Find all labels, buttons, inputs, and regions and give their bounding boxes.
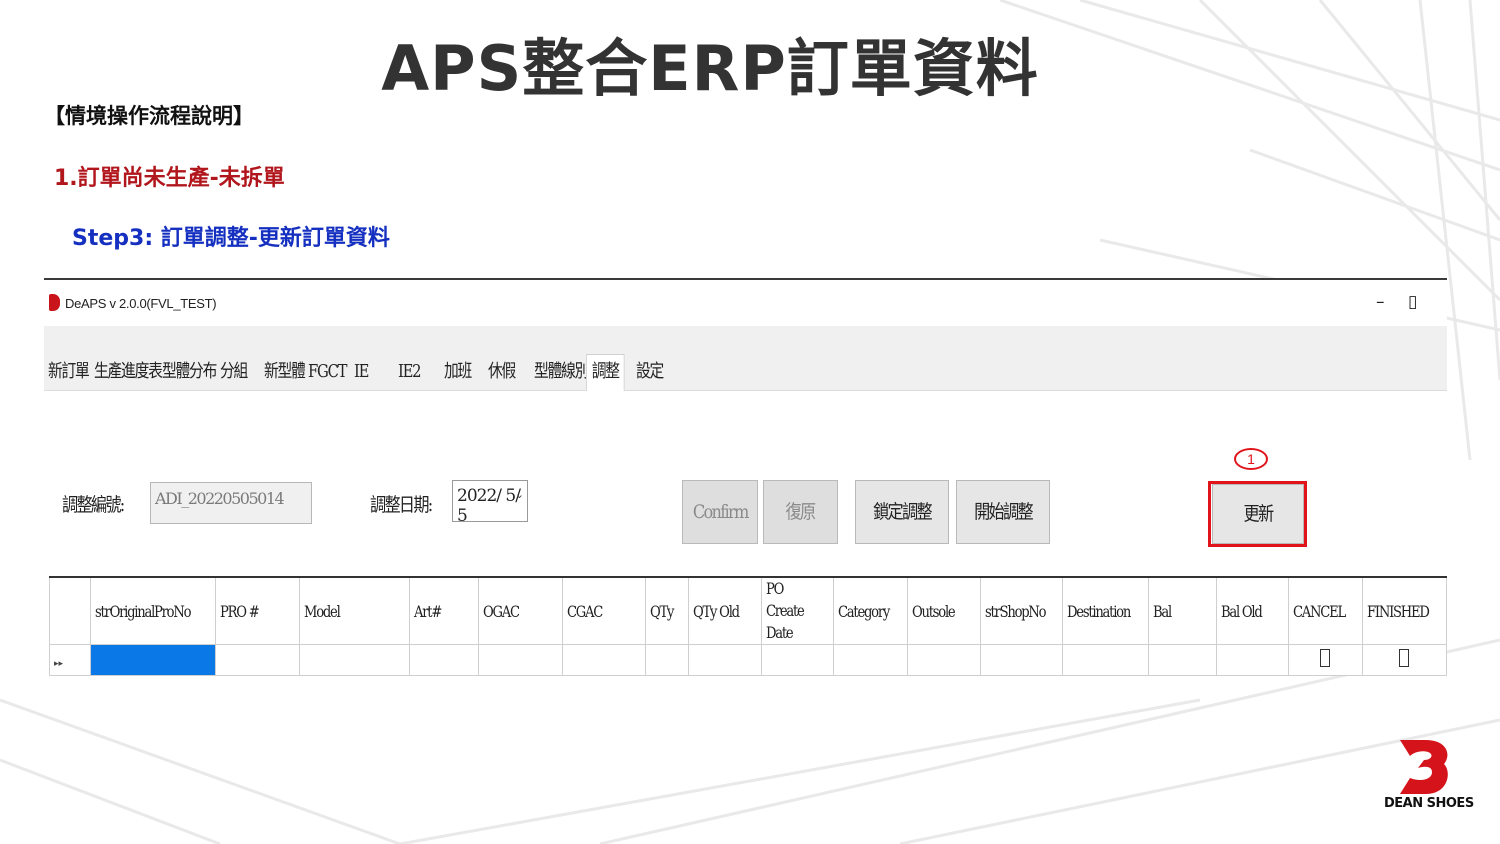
scenario-heading: 1.訂單尚未生產-未拆單 bbox=[54, 166, 285, 191]
dean-shoes-logo-icon bbox=[1400, 740, 1448, 794]
grid-header-outsole[interactable]: Outsole bbox=[907, 577, 981, 645]
step-heading: Step3: 訂單調整-更新訂單資料 bbox=[72, 226, 390, 251]
tab-new-order[interactable]: 新訂單 bbox=[48, 356, 90, 388]
tab-group[interactable]: 分組 bbox=[220, 356, 248, 388]
start-adjust-button[interactable]: 開始調整 bbox=[956, 480, 1050, 544]
grid-header-qty[interactable]: QTy bbox=[645, 577, 690, 645]
adjust-no-field[interactable]: ADI_20220505014 bbox=[150, 482, 312, 524]
table-row[interactable]: ▸▸ bbox=[49, 644, 1448, 676]
table-cell-outsole[interactable] bbox=[907, 644, 981, 676]
grid-header-pro[interactable]: PRO # bbox=[214, 577, 300, 645]
grid-header-po-create-date[interactable]: PO Create Date bbox=[761, 577, 835, 645]
window-title: DeAPS v 2.0.0(FVL_TEST) bbox=[65, 296, 217, 311]
table-cell-destination[interactable] bbox=[1062, 644, 1150, 676]
grid-header-bal-old[interactable]: Bal Old bbox=[1215, 577, 1290, 645]
tab-new-model[interactable]: 新型體 bbox=[264, 356, 306, 388]
tab-settings[interactable]: 設定 bbox=[636, 356, 664, 388]
table-cell-qty[interactable] bbox=[645, 644, 690, 676]
adjust-no-label: 調整編號: bbox=[62, 494, 125, 516]
step-callout-marker: 1 bbox=[1234, 448, 1268, 470]
table-cell-shop-no[interactable] bbox=[979, 644, 1064, 676]
table-cell-bal-old[interactable] bbox=[1215, 644, 1290, 676]
maximize-button[interactable]: ▯ bbox=[1408, 292, 1417, 312]
table-cell-bal[interactable] bbox=[1148, 644, 1217, 676]
update-highlight-box bbox=[1208, 481, 1307, 547]
tab-strip: 新訂單 生產進度表 型體分布 分組 新型體 FGCT IE IE2 加班 休假 … bbox=[44, 326, 1447, 391]
grid-header-cgac[interactable]: CGAC bbox=[561, 577, 647, 645]
tab-ie2[interactable]: IE2 bbox=[398, 356, 422, 388]
row-pointer-icon: ▸▸ bbox=[54, 658, 64, 669]
tab-ie[interactable]: IE bbox=[354, 356, 369, 388]
table-cell-qty-old[interactable] bbox=[688, 644, 763, 676]
restore-button[interactable]: 復原 bbox=[763, 480, 838, 544]
brand-logo: DEAN SHOES bbox=[1382, 738, 1474, 818]
grid-header-art[interactable]: Art# bbox=[408, 577, 480, 645]
tab-progress[interactable]: 生產進度表 bbox=[94, 356, 163, 388]
grid-header-model[interactable]: Model bbox=[298, 577, 410, 645]
table-cell-ogac[interactable] bbox=[478, 644, 563, 676]
table-cell-cancel[interactable] bbox=[1288, 644, 1363, 676]
adjust-date-value: 2022/ 5/ 5 bbox=[457, 486, 521, 526]
tab-fgct[interactable]: FGCT bbox=[308, 356, 347, 388]
tab-adjust[interactable]: 調整 bbox=[586, 354, 625, 391]
tab-model-line[interactable]: 型體線別 bbox=[534, 356, 589, 388]
grid-header-category[interactable]: Category bbox=[833, 577, 909, 645]
grid-header-ogac[interactable]: OGAC bbox=[478, 577, 563, 645]
table-cell-model[interactable] bbox=[298, 644, 410, 676]
chevron-down-icon: ⌄ bbox=[514, 488, 524, 501]
grid-header-shop-no[interactable]: strShopNo bbox=[979, 577, 1064, 645]
brand-name: DEAN SHOES bbox=[1384, 796, 1474, 811]
confirm-button[interactable]: Confirm bbox=[682, 480, 758, 544]
slide-title: APS整合ERP訂單資料 bbox=[381, 32, 1039, 105]
grid-header-cancel[interactable]: CANCEL bbox=[1288, 577, 1363, 645]
finished-checkbox[interactable] bbox=[1399, 649, 1410, 667]
app-logo-icon bbox=[49, 294, 60, 311]
table-cell-pro[interactable] bbox=[214, 644, 300, 676]
app-window: DeAPS v 2.0.0(FVL_TEST) – ▯ 新訂單 生產進度表 型體… bbox=[44, 278, 1448, 676]
lock-adjust-button[interactable]: 鎖定調整 bbox=[855, 480, 949, 544]
cancel-checkbox[interactable] bbox=[1320, 649, 1331, 667]
grid-header-indicator bbox=[49, 577, 91, 645]
adjust-date-label: 調整日期: bbox=[370, 494, 433, 516]
table-cell-art[interactable] bbox=[408, 644, 480, 676]
order-grid: strOriginalProNo PRO # Model Art# OGAC C… bbox=[49, 576, 1448, 676]
table-cell-cgac[interactable] bbox=[561, 644, 647, 676]
tab-overtime[interactable]: 加班 bbox=[444, 356, 472, 388]
grid-header-bal[interactable]: Bal bbox=[1148, 577, 1217, 645]
row-indicator[interactable]: ▸▸ bbox=[49, 644, 91, 676]
table-cell-category[interactable] bbox=[833, 644, 909, 676]
grid-header-finished[interactable]: FINISHED bbox=[1361, 577, 1448, 645]
grid-header-original-pro-no[interactable]: strOriginalProNo bbox=[89, 577, 216, 645]
section-heading: 【情境操作流程說明】 bbox=[44, 104, 254, 128]
grid-header-row: strOriginalProNo PRO # Model Art# OGAC C… bbox=[49, 577, 1448, 645]
minimize-button[interactable]: – bbox=[1376, 292, 1385, 312]
grid-header-destination[interactable]: Destination bbox=[1062, 577, 1150, 645]
table-cell-po-create-date[interactable] bbox=[761, 644, 835, 676]
tab-leave[interactable]: 休假 bbox=[488, 356, 516, 388]
adjust-date-picker[interactable]: 2022/ 5/ 5 ⌄ bbox=[452, 480, 528, 526]
table-cell-finished[interactable] bbox=[1361, 644, 1448, 676]
table-cell-original-pro-no[interactable] bbox=[89, 644, 216, 676]
tab-model-distribution[interactable]: 型體分布 bbox=[162, 356, 217, 388]
window-titlebar: DeAPS v 2.0.0(FVL_TEST) – ▯ bbox=[44, 280, 1447, 326]
grid-header-qty-old[interactable]: QTy Old bbox=[688, 577, 763, 645]
